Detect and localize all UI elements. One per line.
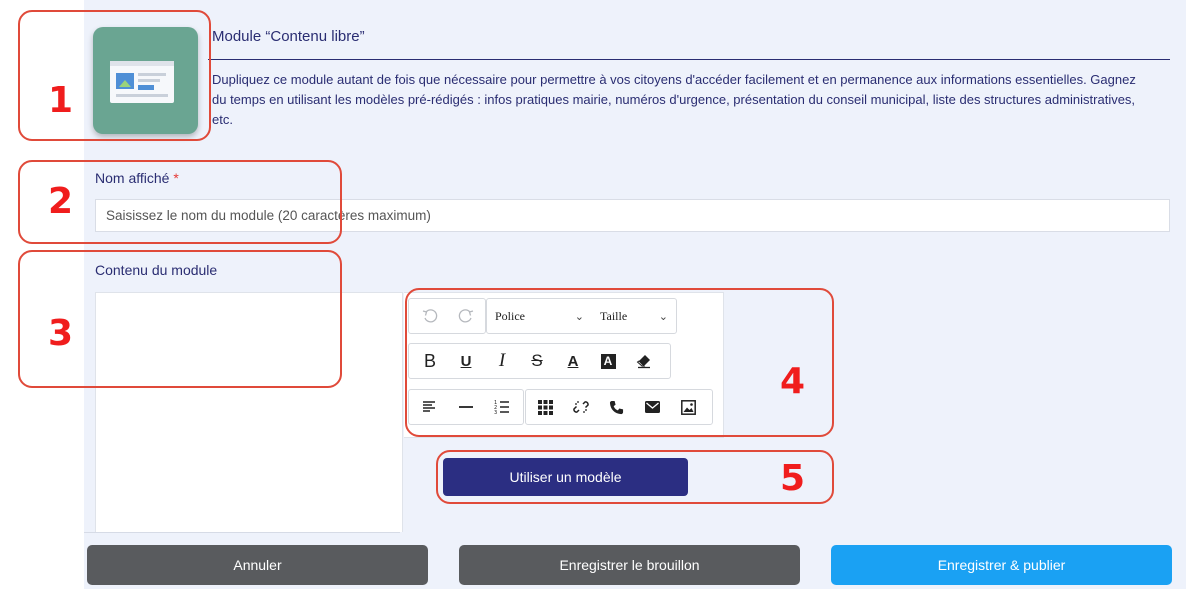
footer-divider [84,532,400,533]
annotation-number-1: 1 [48,80,74,121]
module-title: Module “Contenu libre” [212,28,365,45]
title-divider [208,59,1170,60]
annotation-number-2: 2 [48,181,74,222]
module-description: Dupliquez ce module autant de fois que n… [212,72,1136,127]
save-publish-button[interactable]: Enregistrer & publier [831,545,1172,585]
annotation-number-3: 3 [48,313,74,354]
cancel-button[interactable]: Annuler [87,545,428,585]
annotation-number-4: 4 [780,361,806,402]
annotation-box-4 [405,288,834,437]
annotation-box-5 [436,450,834,504]
save-draft-button[interactable]: Enregistrer le brouillon [459,545,800,585]
annotation-box-1 [18,10,211,141]
annotation-number-5: 5 [780,458,806,499]
